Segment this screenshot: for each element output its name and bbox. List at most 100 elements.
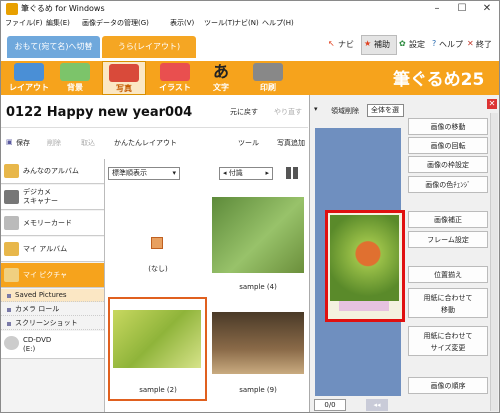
op-fit-move[interactable]: 用紙に合わせて 移動 [408, 288, 488, 318]
op-image-order[interactable]: 画像の順序 [408, 377, 488, 394]
op-frame-setting[interactable]: フレーム設定 [408, 231, 488, 248]
help-link[interactable]: ヘルプ [439, 39, 463, 50]
grid-view-icon[interactable] [286, 167, 298, 179]
undo-button[interactable]: 元に戻す [230, 107, 258, 117]
sidebar-sub-camera-roll[interactable]: カメラ ロール [1, 303, 104, 316]
menu-tools[interactable]: ツール(T) [204, 18, 235, 28]
sidebar-sub-screenshot[interactable]: スクリーンショット [1, 317, 104, 330]
layout-icon [14, 63, 44, 81]
sidebar-item-my-pictures[interactable]: マイ ピクチャ [1, 263, 104, 288]
date-select[interactable]: ◂ 付識 ▸ [219, 167, 273, 180]
easy-layout-button[interactable]: かんたんレイアウト [114, 138, 177, 148]
thumb-caption: sample (4) [239, 283, 277, 291]
background-icon [60, 63, 90, 81]
divider [1, 127, 308, 128]
thumb-caption: sample (9) [239, 386, 277, 394]
op-align-position[interactable]: 位置揃え [408, 266, 488, 283]
card-greeting [339, 301, 389, 311]
toolbar-layout[interactable]: レイアウト [7, 61, 51, 95]
op-move-image[interactable]: 画像の移動 [408, 118, 488, 135]
hojo-label: 補助 [374, 40, 390, 49]
disc-icon [4, 336, 19, 350]
prev-icon: ◂ [223, 169, 227, 177]
sidebar-item-cd-dvd[interactable]: CD-DVD (E:) [1, 331, 104, 359]
gear-icon: ✿ [399, 39, 406, 48]
menu-navi[interactable]: ナビ(N) [234, 18, 259, 28]
memory-card-icon [4, 216, 19, 230]
star-icon: ★ [364, 39, 372, 48]
sidebar-item-everyone-album[interactable]: みんなのアルバム [1, 159, 104, 184]
app-window: 筆ぐるめ for Windows – ☐ ✕ ファイル(F) 編集(E) 画像デ… [0, 0, 500, 413]
ops-scrollbar[interactable] [490, 113, 498, 411]
arrow-down-icon: ▾ [314, 105, 318, 113]
maximize-button[interactable]: ☐ [450, 1, 474, 17]
minimize-button[interactable]: – [425, 1, 449, 17]
menu-help[interactable]: ヘルプ(H) [262, 18, 294, 28]
save-icon: ▣ [6, 138, 13, 146]
tab-back-layout[interactable]: うら(レイアウト) [102, 36, 196, 58]
bullet-icon [7, 308, 11, 312]
document-title: 0122 Happy new year004 [6, 105, 193, 120]
import-button[interactable]: 取込 [81, 138, 95, 148]
redo-button[interactable]: やり直す [274, 107, 302, 117]
watermelon-icon [160, 63, 190, 81]
album-icon [4, 164, 19, 178]
tab-front-switch[interactable]: おもて(宛て名)へ切替 [7, 36, 100, 58]
op-frame-settings[interactable]: 画像の枠設定 [408, 156, 488, 173]
toolbar-text[interactable]: あ文字 [199, 61, 243, 95]
op-rotate-image[interactable]: 画像の回転 [408, 137, 488, 154]
thumb-image-shells[interactable] [212, 312, 304, 374]
folder-icon [4, 268, 19, 282]
thumb-caption: (なし) [148, 265, 168, 273]
add-photo-button[interactable]: 写真追加 [277, 138, 305, 148]
thumb-image-chicks[interactable] [212, 197, 304, 273]
printer-icon [253, 63, 283, 81]
op-color-change[interactable]: 画像の色ﾁｪﾝｼﾞ [408, 176, 488, 193]
menu-image-data[interactable]: 画像データの管理(G) [82, 18, 149, 28]
card-photo-bird [330, 215, 399, 301]
sort-select[interactable]: 標準順表示 ▾ [108, 167, 180, 180]
page-counter: 0/0 [314, 399, 346, 411]
sidebar-item-camera-scanner[interactable]: デジカメ スキャナー [1, 185, 104, 210]
toolbar-photo[interactable]: 写真 [102, 61, 146, 95]
tool-button[interactable]: ツール [238, 138, 259, 148]
thumb-image-bird [113, 310, 201, 368]
area-delete-button[interactable]: 領域削除 [331, 106, 359, 116]
sidebar-item-memory-card[interactable]: メモリーカード [1, 211, 104, 236]
camera-icon [4, 190, 19, 204]
text-icon: あ [212, 62, 229, 81]
chevron-down-icon: ▾ [172, 169, 176, 177]
sidebar-item-my-album[interactable]: マイ アルバム [1, 237, 104, 262]
help-icon: ? [432, 39, 437, 48]
toolbar-print[interactable]: 印刷 [246, 61, 290, 95]
bullet-icon [7, 294, 11, 298]
op-image-correction[interactable]: 画像補正 [408, 211, 488, 228]
folder-icon [4, 242, 19, 256]
toolbar-background[interactable]: 背景 [53, 61, 97, 95]
navi-link[interactable]: ナビ [338, 39, 354, 50]
photo-icon [109, 64, 139, 82]
operation-panel [406, 110, 492, 410]
page-nav-buttons[interactable]: ◂◂ [366, 399, 388, 411]
exit-icon: ✕ [467, 39, 474, 48]
menu-edit[interactable]: 編集(E) [46, 18, 70, 28]
close-button[interactable]: ✕ [475, 1, 499, 17]
settings-link[interactable]: 設定 [409, 39, 425, 50]
navi-icon: ↖ [328, 39, 335, 48]
save-button[interactable]: 保存 [16, 138, 30, 148]
window-title: 筆ぐるめ for Windows [21, 4, 105, 13]
delete-button[interactable]: 削除 [47, 138, 61, 148]
next-icon: ▸ [265, 169, 269, 177]
thumb-caption: sample (2) [139, 386, 177, 394]
menu-view[interactable]: 表示(V) [170, 18, 194, 28]
menu-file[interactable]: ファイル(F) [5, 18, 43, 28]
brand-logo: 筆ぐるめ25 [393, 70, 485, 90]
close-icon[interactable]: ✕ [487, 99, 497, 109]
select-all-dropdown[interactable]: 全体を選 [367, 104, 404, 117]
bullet-icon [7, 322, 11, 326]
exit-link[interactable]: 終了 [476, 39, 492, 50]
no-image-icon [151, 237, 163, 249]
toolbar-illust[interactable]: イラスト [153, 61, 197, 95]
sidebar-sub-saved-pictures[interactable]: Saved Pictures [1, 289, 104, 302]
op-fit-resize[interactable]: 用紙に合わせて サイズ変更 [408, 326, 488, 356]
